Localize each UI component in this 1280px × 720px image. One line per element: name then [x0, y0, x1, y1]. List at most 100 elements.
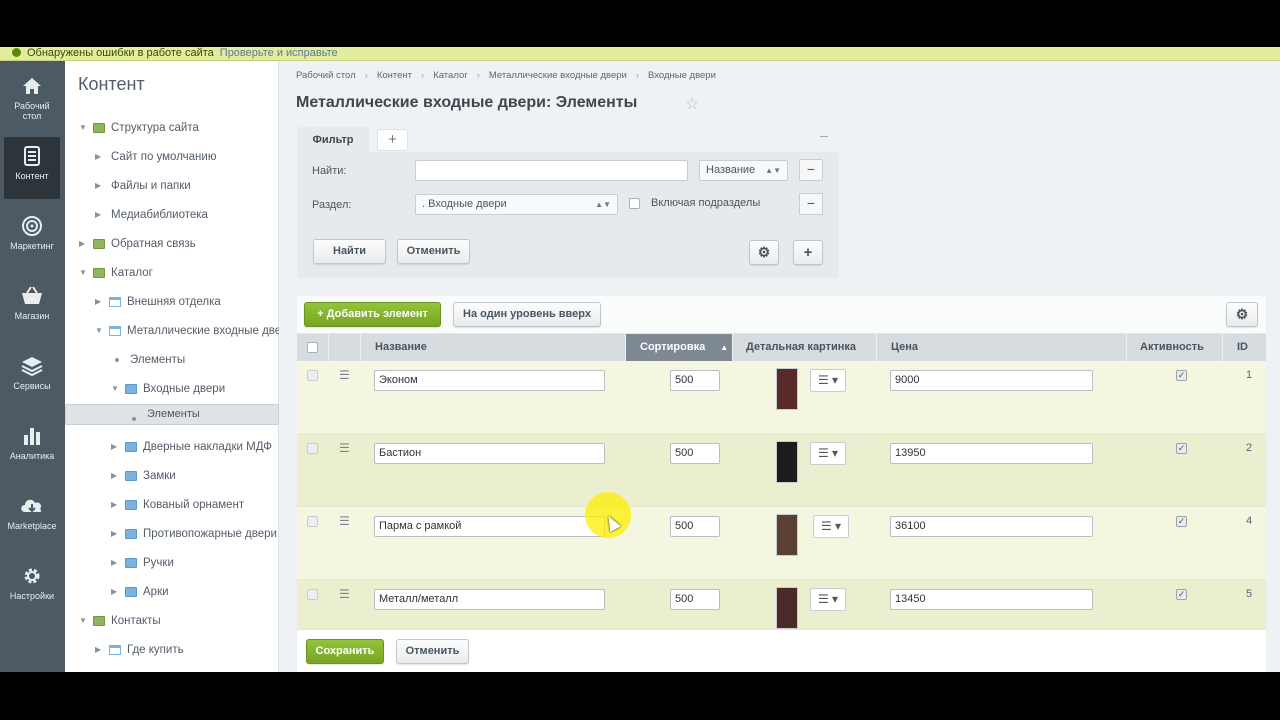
include-subsections-checkbox[interactable]: [629, 198, 640, 209]
tree-item[interactable]: ▼ Структура сайта: [65, 114, 279, 142]
tree-item[interactable]: ▼ Входные двери: [65, 375, 279, 403]
sort-input[interactable]: 500: [670, 370, 720, 391]
tree-item[interactable]: ▼ Контакты: [65, 607, 279, 635]
breadcrumb-item[interactable]: Входные двери: [648, 70, 716, 81]
collapsed-arrow-icon[interactable]: ▶: [95, 143, 101, 171]
collapsed-arrow-icon[interactable]: ▶: [111, 462, 117, 490]
tree-item[interactable]: ▼ Каталог: [65, 259, 279, 287]
notice-link[interactable]: Проверьте и исправьте: [220, 47, 338, 59]
row-checkbox[interactable]: [307, 443, 318, 454]
menu-item-marketplace[interactable]: Marketplace: [4, 487, 60, 549]
drag-handle-icon[interactable]: ☰: [339, 441, 350, 455]
active-checkbox[interactable]: ✓: [1176, 516, 1187, 527]
collapsed-arrow-icon[interactable]: ▶: [111, 578, 117, 606]
add-filter-field-button[interactable]: +: [793, 240, 823, 265]
table-row[interactable]: ☰ Эконом 500 ☰ ▾ 9000 ✓ 1: [297, 361, 1266, 434]
collapsed-arrow-icon[interactable]: ▶: [111, 549, 117, 577]
breadcrumb-item[interactable]: Контент: [377, 70, 412, 81]
tree-item[interactable]: ▶ Где купить: [65, 636, 279, 664]
column-price[interactable]: Цена: [877, 334, 1127, 361]
tree-item[interactable]: Элементы: [65, 346, 279, 374]
door-thumbnail[interactable]: [776, 368, 798, 410]
drag-handle-icon[interactable]: ☰: [339, 368, 350, 382]
menu-item-shop[interactable]: Магазин: [4, 277, 60, 339]
picture-menu-button[interactable]: ☰ ▾: [810, 442, 846, 465]
favorite-star-icon[interactable]: ☆: [685, 94, 699, 114]
expanded-arrow-icon[interactable]: ▼: [79, 259, 87, 287]
table-row[interactable]: ☰ Бастион 500 ☰ ▾ 13950 ✓ 2: [297, 434, 1266, 507]
drag-handle-icon[interactable]: ☰: [339, 587, 350, 601]
tree-item[interactable]: ▶ Сайт по умолчанию: [65, 143, 279, 171]
name-input[interactable]: Эконом: [374, 370, 605, 391]
name-input[interactable]: Бастион: [374, 443, 605, 464]
active-checkbox[interactable]: ✓: [1176, 443, 1187, 454]
remove-find-button[interactable]: −: [799, 159, 823, 181]
column-sort[interactable]: Сортировка ▲: [626, 334, 733, 361]
price-input[interactable]: 36100: [890, 516, 1093, 537]
collapsed-arrow-icon[interactable]: ▶: [95, 636, 101, 664]
price-input[interactable]: 13450: [890, 589, 1093, 610]
collapse-filter-icon[interactable]: –: [820, 127, 828, 143]
collapsed-arrow-icon[interactable]: ▶: [111, 433, 117, 461]
tree-item[interactable]: Элементы: [65, 404, 279, 425]
tree-item[interactable]: ▶ Дверные накладки МДФ: [65, 433, 279, 461]
collapsed-arrow-icon[interactable]: ▶: [95, 172, 101, 200]
tree-item[interactable]: ▶ Файлы и папки: [65, 172, 279, 200]
find-input[interactable]: [415, 160, 688, 181]
collapsed-arrow-icon[interactable]: ▶: [79, 665, 85, 672]
drag-handle-icon[interactable]: ☰: [339, 514, 350, 528]
collapsed-arrow-icon[interactable]: ▶: [79, 230, 85, 258]
tree-item[interactable]: ▶ Разделы: [65, 665, 279, 672]
tree-item[interactable]: ▶ Противопожарные двери: [65, 520, 279, 548]
collapsed-arrow-icon[interactable]: ▶: [111, 491, 117, 519]
breadcrumb-item[interactable]: Рабочий стол: [296, 70, 356, 81]
collapsed-arrow-icon[interactable]: ▶: [95, 201, 101, 229]
sort-input[interactable]: 500: [670, 443, 720, 464]
column-name[interactable]: Название: [361, 334, 626, 361]
find-button[interactable]: Найти: [313, 239, 386, 264]
row-checkbox[interactable]: [307, 370, 318, 381]
tree-item[interactable]: ▶ Медиабиблиотека: [65, 201, 279, 229]
tree-item[interactable]: ▼ Металлические входные двери: [65, 317, 279, 345]
select-all-checkbox[interactable]: [307, 342, 318, 353]
menu-item-marketing[interactable]: Маркетинг: [4, 207, 60, 269]
find-field-select[interactable]: Название ▲▼: [699, 160, 788, 181]
save-button[interactable]: Сохранить: [306, 639, 384, 664]
remove-section-button[interactable]: −: [799, 193, 823, 215]
expanded-arrow-icon[interactable]: ▼: [79, 607, 87, 635]
level-up-button[interactable]: На один уровень вверх: [453, 302, 601, 327]
section-select[interactable]: . Входные двери ▲▼: [415, 194, 618, 215]
add-element-button[interactable]: + Добавить элемент: [304, 302, 441, 327]
active-checkbox[interactable]: ✓: [1176, 370, 1187, 381]
cancel-button[interactable]: Отменить: [396, 639, 469, 664]
expanded-arrow-icon[interactable]: ▼: [95, 317, 103, 345]
expanded-arrow-icon[interactable]: ▼: [79, 114, 87, 142]
price-input[interactable]: 9000: [890, 370, 1093, 391]
grid-settings-gear-icon[interactable]: ⚙: [1226, 302, 1258, 327]
door-thumbnail[interactable]: [776, 441, 798, 483]
name-input[interactable]: Парма с рамкой: [374, 516, 605, 537]
tree-item[interactable]: ▶ Внешняя отделка: [65, 288, 279, 316]
menu-item-analytics[interactable]: Аналитика: [4, 417, 60, 479]
sort-input[interactable]: 500: [670, 516, 720, 537]
column-id[interactable]: ID: [1223, 334, 1266, 361]
door-thumbnail[interactable]: [776, 514, 798, 556]
breadcrumb-item[interactable]: Каталог: [433, 70, 468, 81]
price-input[interactable]: 13950: [890, 443, 1093, 464]
add-filter-tab-button[interactable]: +: [377, 129, 408, 151]
name-input[interactable]: Металл/металл: [374, 589, 605, 610]
menu-item-services[interactable]: Сервисы: [4, 347, 60, 409]
sort-input[interactable]: 500: [670, 589, 720, 610]
picture-menu-button[interactable]: ☰ ▾: [813, 515, 849, 538]
tab-filter[interactable]: Фильтр: [297, 127, 369, 153]
active-checkbox[interactable]: ✓: [1176, 589, 1187, 600]
tree-item[interactable]: ▶ Замки: [65, 462, 279, 490]
tree-item[interactable]: ▶ Кованый орнамент: [65, 491, 279, 519]
menu-item-settings[interactable]: Настройки: [4, 557, 60, 619]
filter-settings-gear-icon[interactable]: ⚙: [749, 240, 779, 265]
menu-item-desktop[interactable]: Рабочий стол: [4, 67, 60, 129]
breadcrumb-item[interactable]: Металлические входные двери: [489, 70, 627, 81]
menu-item-content[interactable]: Контент: [4, 137, 60, 199]
cancel-filter-button[interactable]: Отменить: [397, 239, 470, 264]
tree-item[interactable]: ▶ Арки: [65, 578, 279, 606]
